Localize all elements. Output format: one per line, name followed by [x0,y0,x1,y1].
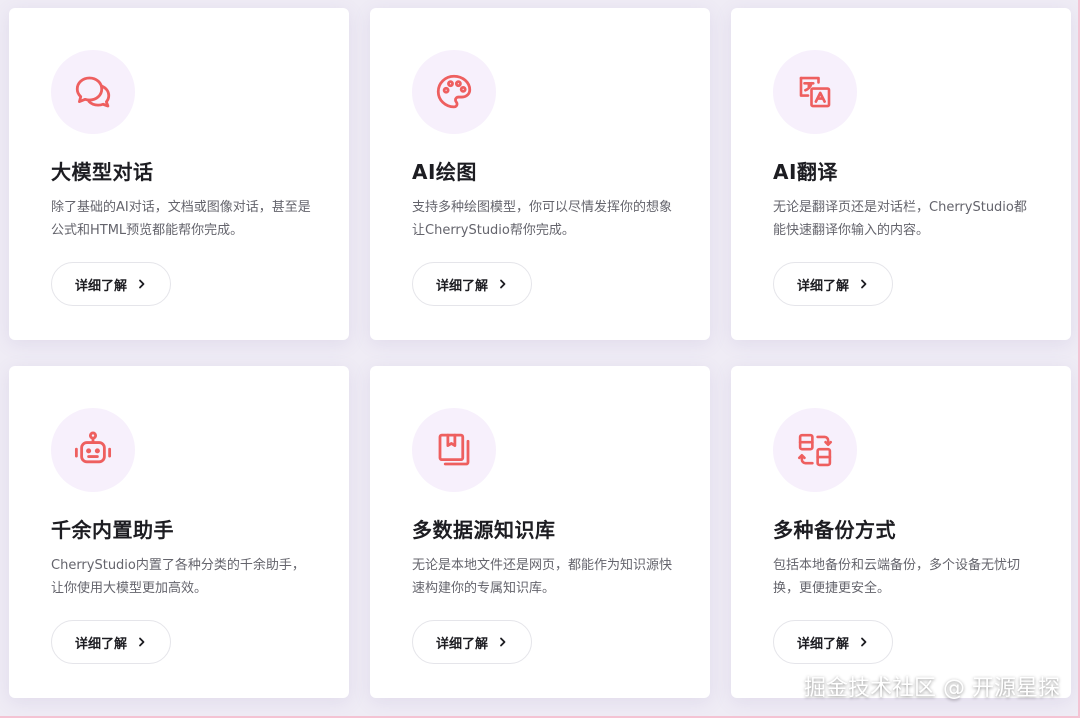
card-description: 支持多种绘图模型，你可以尽情发挥你的想象让CherryStudio帮你完成。 [412,200,673,238]
card-title: 多种备份方式 [773,518,896,542]
backup-sync-icon [773,408,857,492]
learn-more-button[interactable]: 详细了解 [51,620,171,664]
chevron-right-icon [500,637,506,647]
chevron-right-icon [139,637,145,647]
translate-icon [773,50,857,134]
card-title: AI翻译 [773,160,838,184]
knowledge-base-icon [412,408,496,492]
chevron-right-icon [861,637,867,647]
feature-card-chat: 大模型对话 除了基础的AI对话，文档或图像对话，甚至是公式和HTML预览都能帮你… [9,8,349,340]
chevron-right-icon [500,279,506,289]
card-title: AI绘图 [412,160,477,184]
chat-bubbles-icon [51,50,135,134]
learn-more-button[interactable]: 详细了解 [412,262,532,306]
watermark-text: 掘金技术社区 @ 开源星探 [804,676,1060,701]
card-description: CherryStudio内置了各种分类的千余助手，让你使用大模型更加高效。 [51,558,305,596]
button-label: 详细了解 [796,636,849,652]
feature-grid: 大模型对话 除了基础的AI对话，文档或图像对话，甚至是公式和HTML预览都能帮你… [0,0,1080,718]
card-title: 千余内置助手 [51,518,174,542]
card-title: 多数据源知识库 [412,518,556,542]
button-label: 详细了解 [435,636,488,652]
learn-more-button[interactable]: 详细了解 [773,620,893,664]
learn-more-button[interactable]: 详细了解 [773,262,893,306]
card-description: 无论是翻译页还是对话栏，CherryStudio都能快速翻译你输入的内容。 [773,200,1027,238]
feature-card-knowledge: 多数据源知识库 无论是本地文件还是网页，都能作为知识源快速构建你的专属知识库。 … [370,366,710,698]
card-description: 无论是本地文件还是网页，都能作为知识源快速构建你的专属知识库。 [412,558,673,596]
learn-more-button[interactable]: 详细了解 [412,620,532,664]
button-label: 详细了解 [435,278,488,294]
feature-card-backup: 多种备份方式 包括本地备份和云端备份，多个设备无忧切换，更便捷更安全。 详细了解 [731,366,1071,698]
button-label: 详细了解 [796,278,849,294]
feature-card-drawing: AI绘图 支持多种绘图模型，你可以尽情发挥你的想象让CherryStudio帮你… [370,8,710,340]
card-description: 除了基础的AI对话，文档或图像对话，甚至是公式和HTML预览都能帮你完成。 [51,200,311,238]
button-label: 详细了解 [74,636,127,652]
chevron-right-icon [861,279,867,289]
card-description: 包括本地备份和云端备份，多个设备无忧切换，更便捷更安全。 [773,558,1021,596]
palette-icon [412,50,496,134]
button-label: 详细了解 [74,278,127,294]
chevron-right-icon [139,279,145,289]
feature-card-assistants: 千余内置助手 CherryStudio内置了各种分类的千余助手，让你使用大模型更… [9,366,349,698]
robot-icon [51,408,135,492]
card-title: 大模型对话 [51,160,154,184]
learn-more-button[interactable]: 详细了解 [51,262,171,306]
feature-card-translate: AI翻译 无论是翻译页还是对话栏，CherryStudio都能快速翻译你输入的内… [731,8,1071,340]
